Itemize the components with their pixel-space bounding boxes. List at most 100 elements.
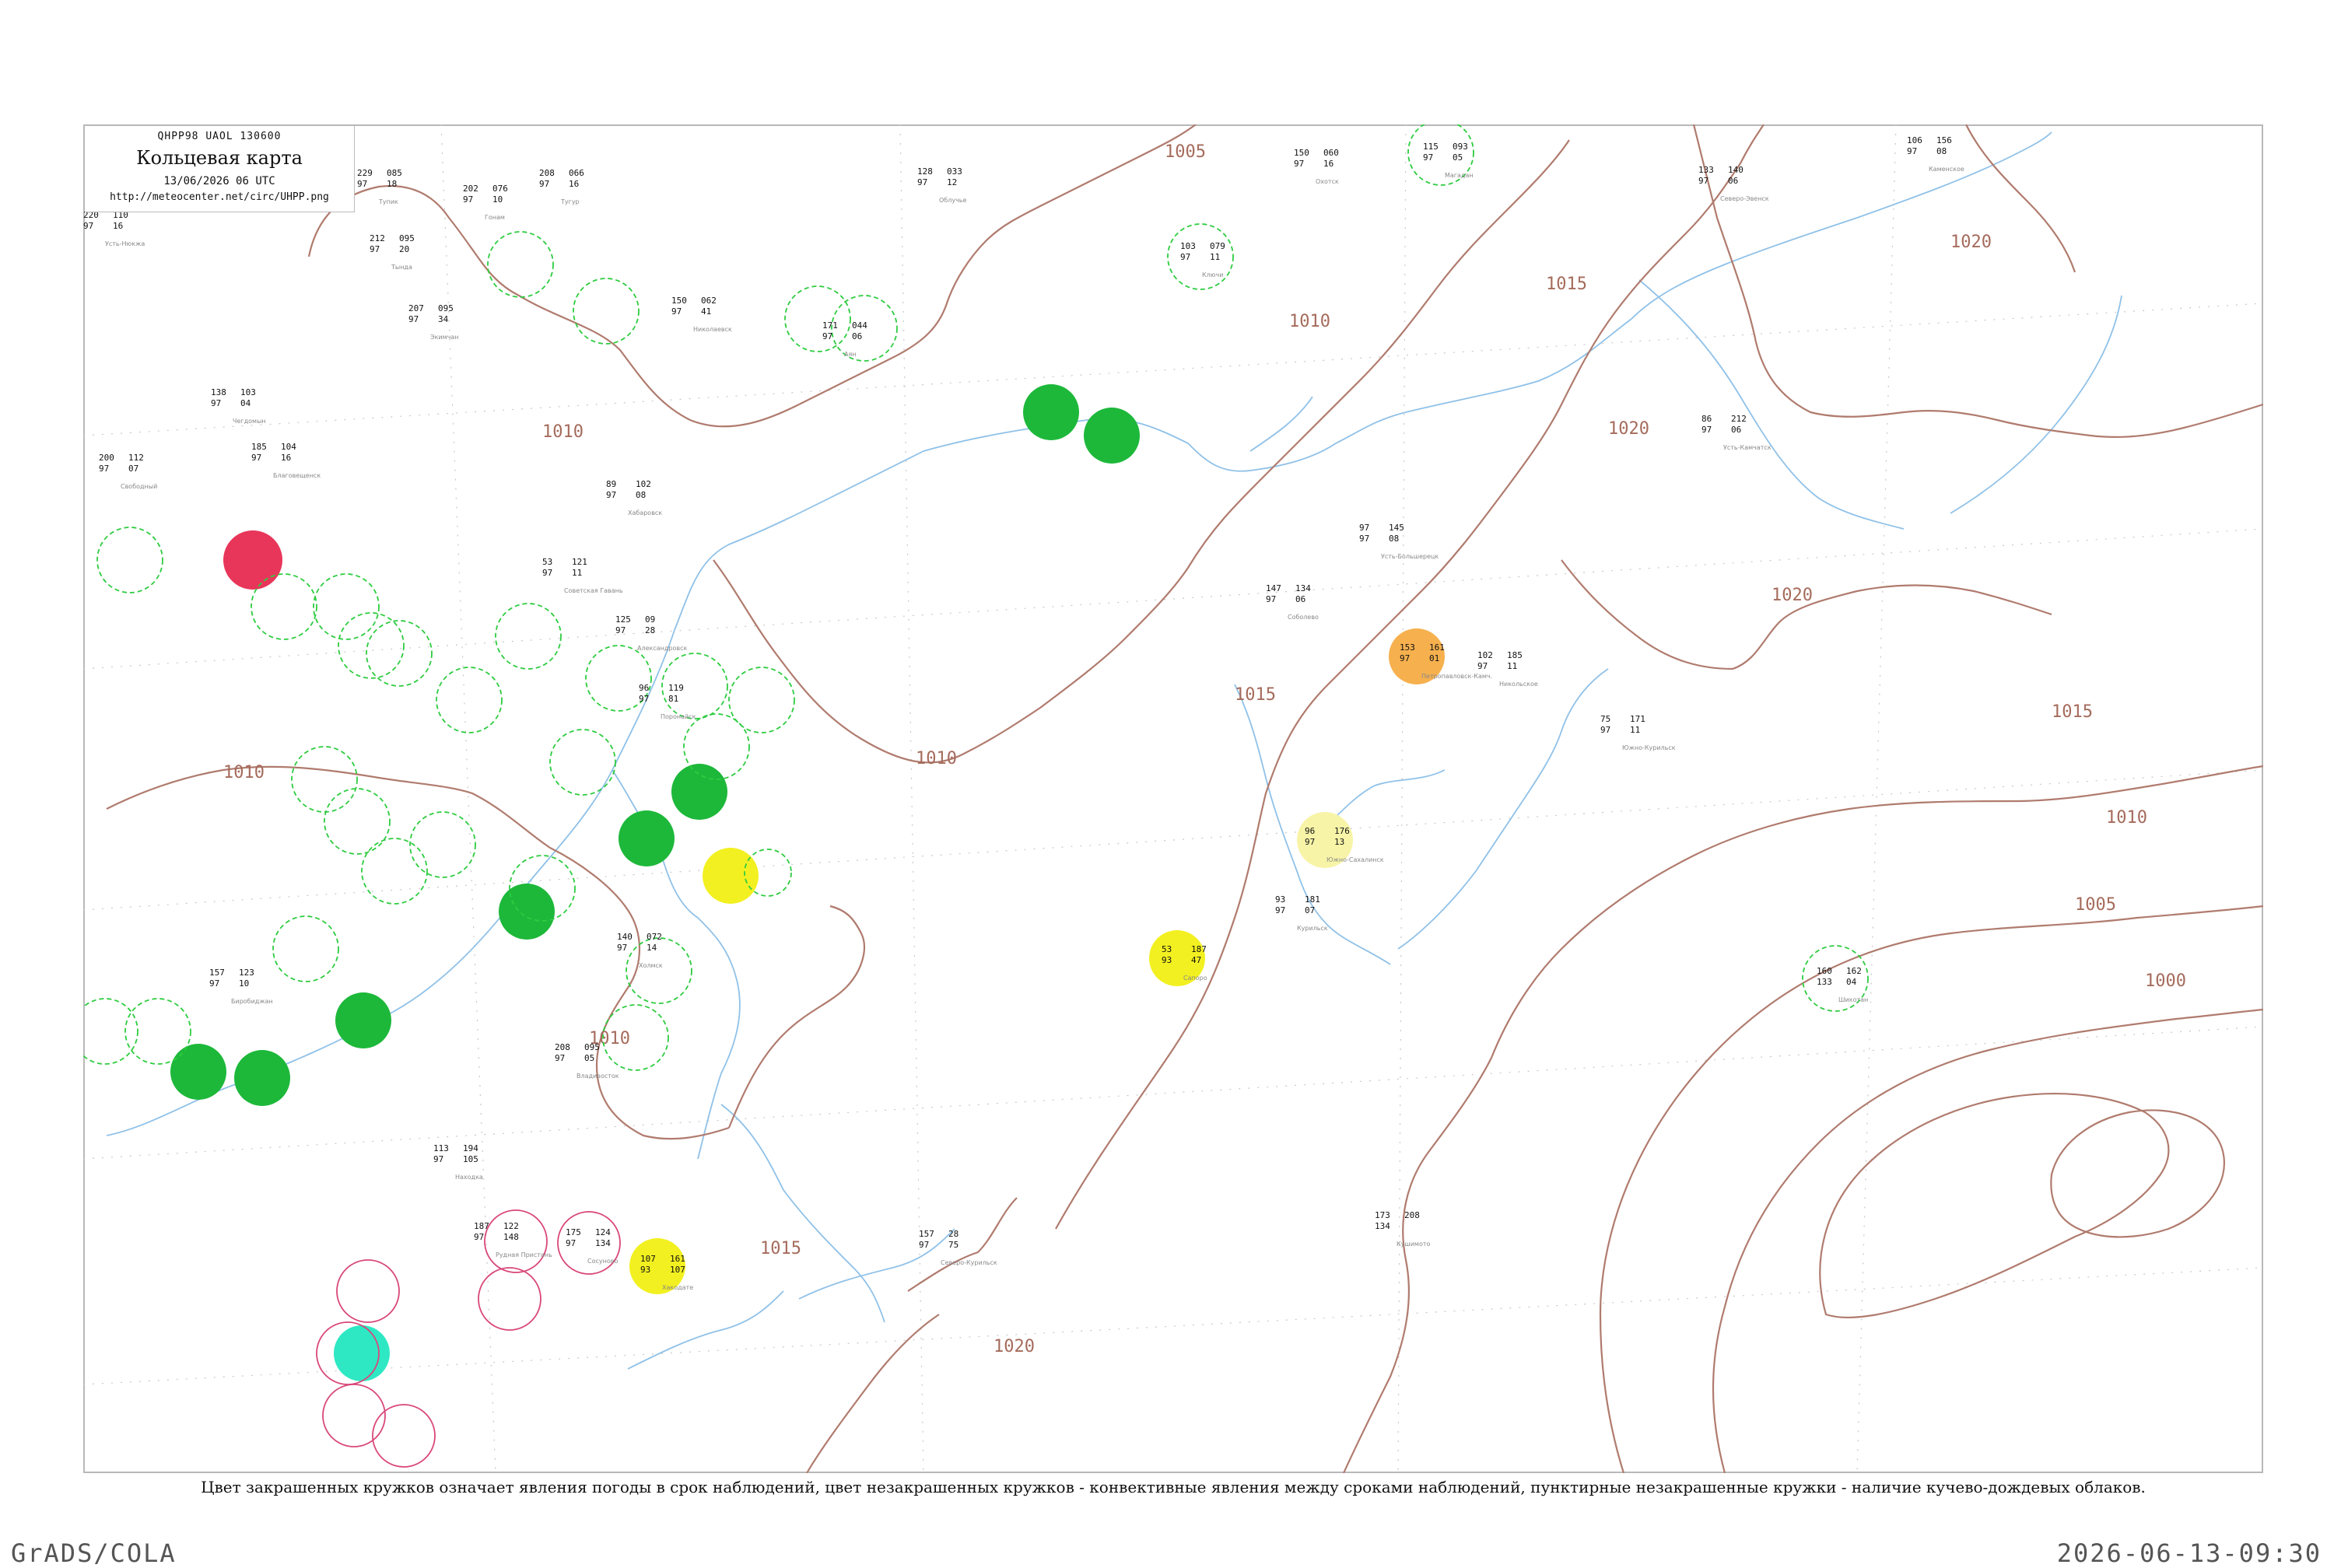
cb-ring[interactable] xyxy=(96,527,163,593)
station-name: Советская Гавань xyxy=(564,587,623,594)
station-value: 97 xyxy=(1600,725,1610,735)
weather-circle-green[interactable] xyxy=(335,992,391,1048)
weather-circle-yellow[interactable] xyxy=(703,848,759,904)
station-plot: 160 162 133 04 Шикотан xyxy=(1817,966,1868,1003)
station-value: 16 xyxy=(1323,159,1333,169)
map-title-box: QHPP98 UAOL 130600 Кольцевая карта 13/06… xyxy=(85,126,355,212)
station-value: 208 xyxy=(1404,1210,1420,1220)
station-value: 08 xyxy=(1936,146,1947,156)
weather-circle-green[interactable] xyxy=(499,884,555,940)
station-value: 97 xyxy=(99,464,109,474)
cb-ring[interactable] xyxy=(549,729,616,796)
station-name: Усть-Нюкжа xyxy=(105,240,145,247)
station-value: 102 xyxy=(636,479,651,489)
cb-ring[interactable] xyxy=(272,915,339,982)
weather-circle-green[interactable] xyxy=(234,1050,290,1106)
station-value: 97 xyxy=(251,453,261,463)
station-value: 113 xyxy=(433,1143,449,1153)
station-name: Свободный xyxy=(121,483,157,490)
cb-ring[interactable] xyxy=(83,998,138,1065)
station-value: 153 xyxy=(1400,642,1415,653)
station-value: 97 xyxy=(1180,252,1190,262)
station-value: 060 xyxy=(1323,148,1339,158)
cb-ring[interactable] xyxy=(361,838,428,905)
station-value: 062 xyxy=(701,296,717,306)
cb-ring[interactable] xyxy=(366,620,433,687)
station-value: 173 xyxy=(1375,1210,1390,1220)
weather-circle-green[interactable] xyxy=(671,764,727,820)
station-value: 202 xyxy=(463,184,478,194)
station-value: 97 xyxy=(1423,152,1433,163)
cb-ring[interactable] xyxy=(728,667,795,733)
station-value: 97 xyxy=(1359,534,1369,544)
station-value: 93 xyxy=(1275,894,1285,905)
station-plot: 157 28 97 75 Северо-Курильск xyxy=(919,1229,997,1266)
cb-ring[interactable] xyxy=(251,573,317,640)
station-plot: 75 171 97 11 Южно-Курильск xyxy=(1600,714,1676,751)
cb-ring[interactable] xyxy=(291,746,358,813)
station-value: 10 xyxy=(492,194,503,205)
cb-ring[interactable] xyxy=(409,811,476,878)
station-value: 138 xyxy=(211,387,226,397)
map-url[interactable]: http://meteocenter.net/circ/UHPP.png xyxy=(85,191,354,203)
station-plot: 93 181 97 07 Курильск xyxy=(1275,894,1328,932)
weather-circle-green[interactable] xyxy=(1084,408,1140,464)
station-name: Поронайск xyxy=(661,713,696,720)
station-name: Кушимото xyxy=(1397,1241,1431,1248)
weather-circle-red[interactable] xyxy=(223,530,282,590)
cb-ring[interactable] xyxy=(124,998,191,1065)
station-value: 13 xyxy=(1334,837,1344,847)
convective-ring[interactable] xyxy=(322,1384,386,1447)
station-value: 16 xyxy=(113,221,123,231)
station-value: 140 xyxy=(1728,165,1743,175)
station-plot: 128 033 97 12 Облучье xyxy=(917,166,967,204)
station-plot: 86 212 97 06 Усть-Камчатск xyxy=(1701,414,1772,451)
weather-circle-green[interactable] xyxy=(619,810,675,866)
station-value: 97 xyxy=(671,306,682,317)
cb-ring[interactable] xyxy=(338,612,405,679)
station-plot: 102 185 97 11 Никольское xyxy=(1477,650,1538,688)
station-plot: 115 093 97 05 Магадан xyxy=(1423,142,1474,179)
station-value: 97 xyxy=(474,1232,484,1242)
station-value: 148 xyxy=(503,1232,519,1242)
station-value: 107 xyxy=(640,1254,656,1264)
cb-ring[interactable] xyxy=(313,573,380,640)
station-value: 11 xyxy=(572,568,582,578)
cb-ring[interactable] xyxy=(573,278,640,345)
cb-ring[interactable] xyxy=(436,667,503,733)
station-value: 185 xyxy=(1507,650,1523,660)
station-value: 11 xyxy=(1210,252,1220,262)
station-value: 112 xyxy=(128,453,144,463)
synoptic-map: 1005 1010 1010 1010 1010 1010 1015 1015 … xyxy=(83,124,2263,1473)
station-value: 162 xyxy=(1846,966,1862,976)
station-value: 194 xyxy=(463,1143,478,1153)
lat-lon-grid xyxy=(83,124,2263,1473)
cb-ring[interactable] xyxy=(1167,223,1234,290)
station-value: 97 xyxy=(1400,653,1410,663)
convective-ring[interactable] xyxy=(336,1259,400,1323)
station-value: 97 xyxy=(1701,425,1712,435)
station-value: 97 xyxy=(639,694,649,704)
station-value: 106 xyxy=(1907,135,1922,145)
station-value: 08 xyxy=(1389,534,1399,544)
weather-circle-green[interactable] xyxy=(1023,384,1079,440)
station-value: 04 xyxy=(240,398,251,408)
cb-ring[interactable] xyxy=(784,285,851,352)
cb-ring[interactable] xyxy=(495,603,562,670)
weather-circle-green[interactable] xyxy=(170,1044,226,1100)
station-plot: 220 11097 16Усть-Нюкжа xyxy=(83,210,145,247)
station-value: 04 xyxy=(1846,977,1857,987)
cb-ring[interactable] xyxy=(487,231,554,298)
convective-ring[interactable] xyxy=(478,1267,541,1331)
station-plot: 96 119 97 81 Поронайск xyxy=(639,683,696,720)
weather-circle-cyan[interactable] xyxy=(334,1325,390,1381)
cb-ring[interactable] xyxy=(324,788,391,855)
convective-ring[interactable] xyxy=(372,1404,436,1468)
station-value: 89 xyxy=(606,479,616,489)
station-value: 97 xyxy=(606,490,616,500)
station-value: 97 xyxy=(1907,146,1917,156)
station-value: 079 xyxy=(1210,241,1225,251)
station-value: 161 xyxy=(670,1254,685,1264)
station-value: 187 xyxy=(474,1221,489,1231)
station-name: Усть-Камчатск xyxy=(1723,444,1772,451)
